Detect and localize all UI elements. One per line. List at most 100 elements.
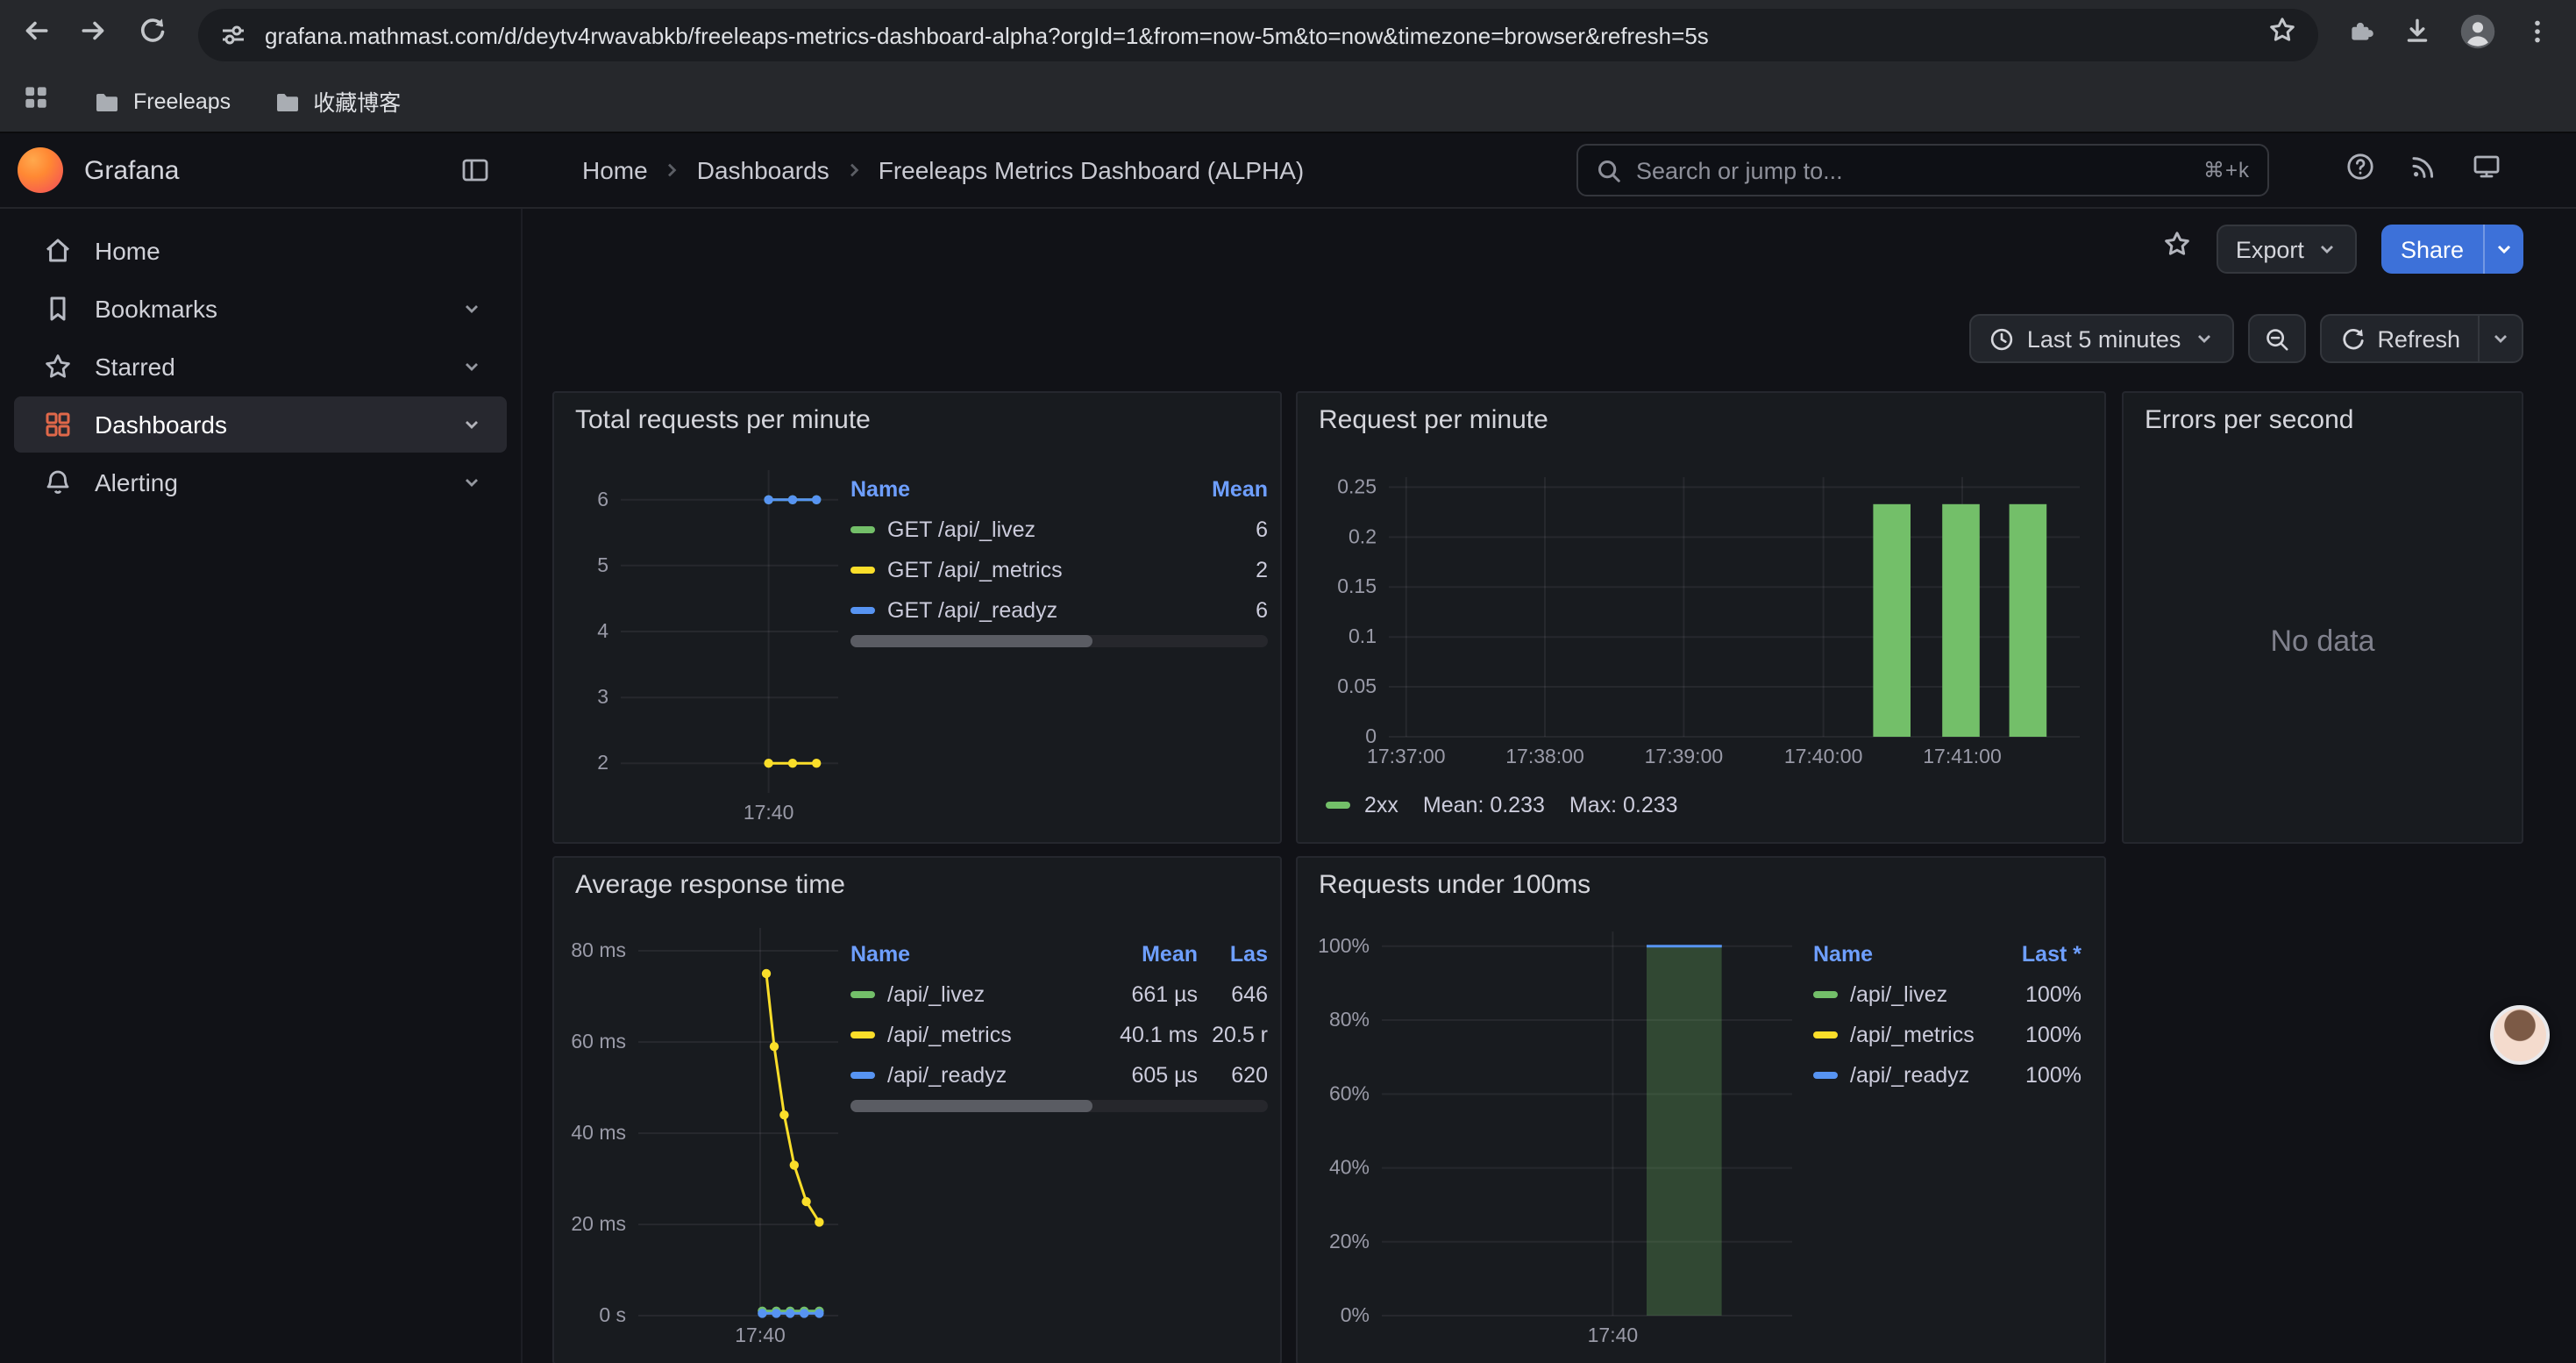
apps-shortcut-button[interactable] [21, 82, 51, 120]
url-bar[interactable]: grafana.mathmast.com/d/deytv4rwavabkb/fr… [198, 9, 2318, 61]
legend-table: NameMeanLas/api/_livez661 µs646/api/_met… [850, 935, 1268, 1095]
chevron-right-icon [843, 160, 865, 181]
favorite-star-button[interactable] [2162, 230, 2192, 268]
series-value: 100% [1983, 981, 2081, 1006]
chevron-down-icon[interactable] [461, 472, 482, 493]
series-value: 100% [1983, 1062, 2081, 1087]
sidebar-item-label: Bookmarks [95, 295, 217, 323]
brand-title: Grafana [84, 155, 179, 185]
star-icon [42, 351, 74, 382]
downloads-button[interactable] [2402, 16, 2432, 54]
share-button[interactable]: Share [2381, 225, 2483, 274]
series-label[interactable]: GET /api/_metrics [850, 557, 1191, 582]
bookmark-icon [42, 293, 74, 325]
chevron-down-icon[interactable] [461, 298, 482, 319]
svg-text:17:38:00: 17:38:00 [1505, 745, 1584, 767]
extensions-button[interactable] [2346, 16, 2376, 54]
chevron-down-icon[interactable] [461, 356, 482, 377]
bookmark-page-button[interactable] [2267, 16, 2297, 54]
mega-menu-toggle[interactable] [459, 154, 491, 195]
news-button[interactable] [2408, 150, 2439, 190]
legend-col-header[interactable]: Mean [1089, 942, 1198, 967]
time-range-picker[interactable]: Last 5 minutes [1969, 314, 2234, 363]
panel-title[interactable]: Total requests per minute [575, 405, 871, 435]
scrollbar-thumb[interactable] [850, 635, 1092, 647]
sidebar-item-dashboards[interactable]: Dashboards [14, 396, 507, 453]
svg-text:17:40: 17:40 [735, 1324, 786, 1346]
series-color-swatch [850, 1031, 875, 1038]
chart-legend: 2xx Mean: 0.233 Max: 0.233 [1326, 793, 1678, 817]
refresh-interval-dropdown[interactable] [2480, 314, 2523, 363]
sidebar-item-alerting[interactable]: Alerting [14, 454, 507, 510]
share-dropdown[interactable] [2483, 225, 2523, 274]
series-color-swatch [850, 525, 875, 532]
series-color-swatch [1813, 1071, 1838, 1078]
svg-text:20 ms: 20 ms [571, 1212, 626, 1235]
svg-text:17:40: 17:40 [1588, 1324, 1639, 1346]
series-label[interactable]: /api/_livez [1813, 981, 1983, 1006]
series-label[interactable]: /api/_readyz [850, 1062, 1089, 1087]
refresh-icon [2338, 325, 2365, 352]
series-color-swatch [850, 990, 875, 997]
legend-col-header[interactable]: Name [850, 942, 1089, 967]
series-label[interactable]: /api/_metrics [850, 1022, 1089, 1046]
svg-text:4: 4 [597, 619, 608, 642]
series-color-swatch [1326, 802, 1350, 809]
refresh-button-group: Refresh [2319, 314, 2523, 363]
back-button[interactable] [21, 16, 51, 54]
assistant-avatar-overlay[interactable] [2490, 1005, 2550, 1065]
total-requests-chart[interactable]: 2345617:40 [568, 453, 849, 831]
grafana-logo[interactable] [18, 147, 63, 193]
reload-button[interactable] [137, 16, 167, 54]
url-text[interactable]: grafana.mathmast.com/d/deytv4rwavabkb/fr… [265, 22, 2267, 48]
request-per-minute-chart[interactable]: 00.050.10.150.20.2517:37:0017:38:0017:39… [1312, 453, 2094, 803]
sidebar-item-starred[interactable]: Starred [14, 339, 507, 395]
export-button[interactable]: Export [2217, 225, 2357, 274]
refresh-button[interactable]: Refresh [2319, 314, 2480, 363]
search-shortcut: ⌘+k [2203, 158, 2250, 182]
avg-response-time-chart[interactable]: 0 s20 ms40 ms60 ms80 ms17:40 [568, 917, 849, 1363]
sidebar-item-label: Dashboards [95, 410, 227, 439]
profile-button[interactable] [2459, 11, 2497, 59]
time-range-label: Last 5 minutes [2027, 325, 2181, 352]
site-settings-icon[interactable] [219, 21, 247, 49]
scrollbar-thumb[interactable] [850, 1100, 1092, 1112]
sidebar-item-bookmarks[interactable]: Bookmarks [14, 281, 507, 337]
zoom-out-button[interactable] [2247, 314, 2305, 363]
bookmark-label: Freeleaps [133, 89, 231, 113]
browser-menu-button[interactable] [2523, 17, 2551, 54]
legend-col-header[interactable]: Name [1813, 942, 1983, 967]
panel-title[interactable]: Requests under 100ms [1319, 870, 1590, 900]
series-label[interactable]: /api/_metrics [1813, 1022, 1983, 1046]
back-icon [21, 16, 51, 46]
legend-col-header[interactable]: Last * [1983, 942, 2081, 967]
legend-scrollbar[interactable] [850, 635, 1268, 647]
legend-col-header[interactable]: Mean [1191, 477, 1268, 502]
forward-button[interactable] [79, 16, 109, 54]
panel-title[interactable]: Request per minute [1319, 405, 1548, 435]
panel-title[interactable]: Errors per second [2145, 405, 2353, 435]
series-label[interactable]: GET /api/_readyz [850, 597, 1191, 622]
breadcrumb-dashboards[interactable]: Dashboards [697, 156, 829, 184]
reload-icon [137, 16, 167, 46]
svg-text:100%: 100% [1318, 934, 1370, 957]
chevron-down-icon[interactable] [461, 414, 482, 435]
bookmark-folder-freeleaps[interactable]: Freeleaps [93, 87, 231, 115]
panel-total-requests: Total requests per minute 2345617:40 Nam… [552, 391, 1282, 844]
legend-col-header[interactable]: Name [850, 477, 1191, 502]
legend-scrollbar[interactable] [850, 1100, 1268, 1112]
bookmark-folder-blogs[interactable]: 收藏博客 [273, 84, 401, 118]
search-input[interactable]: Search or jump to... ⌘+k [1576, 144, 2269, 196]
legend-col-header[interactable]: Las [1198, 942, 1268, 967]
requests-under-100ms-chart[interactable]: 0%20%40%60%80%100%17:40 [1312, 917, 1803, 1363]
sidebar-item-home[interactable]: Home [14, 223, 507, 279]
help-button[interactable] [2345, 150, 2376, 190]
panel-title[interactable]: Average response time [575, 870, 845, 900]
series-label[interactable]: GET /api/_livez [850, 517, 1191, 541]
kiosk-mode-button[interactable] [2471, 150, 2502, 190]
series-label[interactable]: /api/_readyz [1813, 1062, 1983, 1087]
series-label[interactable]: 2xx [1364, 793, 1398, 817]
series-label[interactable]: /api/_livez [850, 981, 1089, 1006]
breadcrumb-home[interactable]: Home [582, 156, 648, 184]
folder-icon [93, 87, 121, 115]
